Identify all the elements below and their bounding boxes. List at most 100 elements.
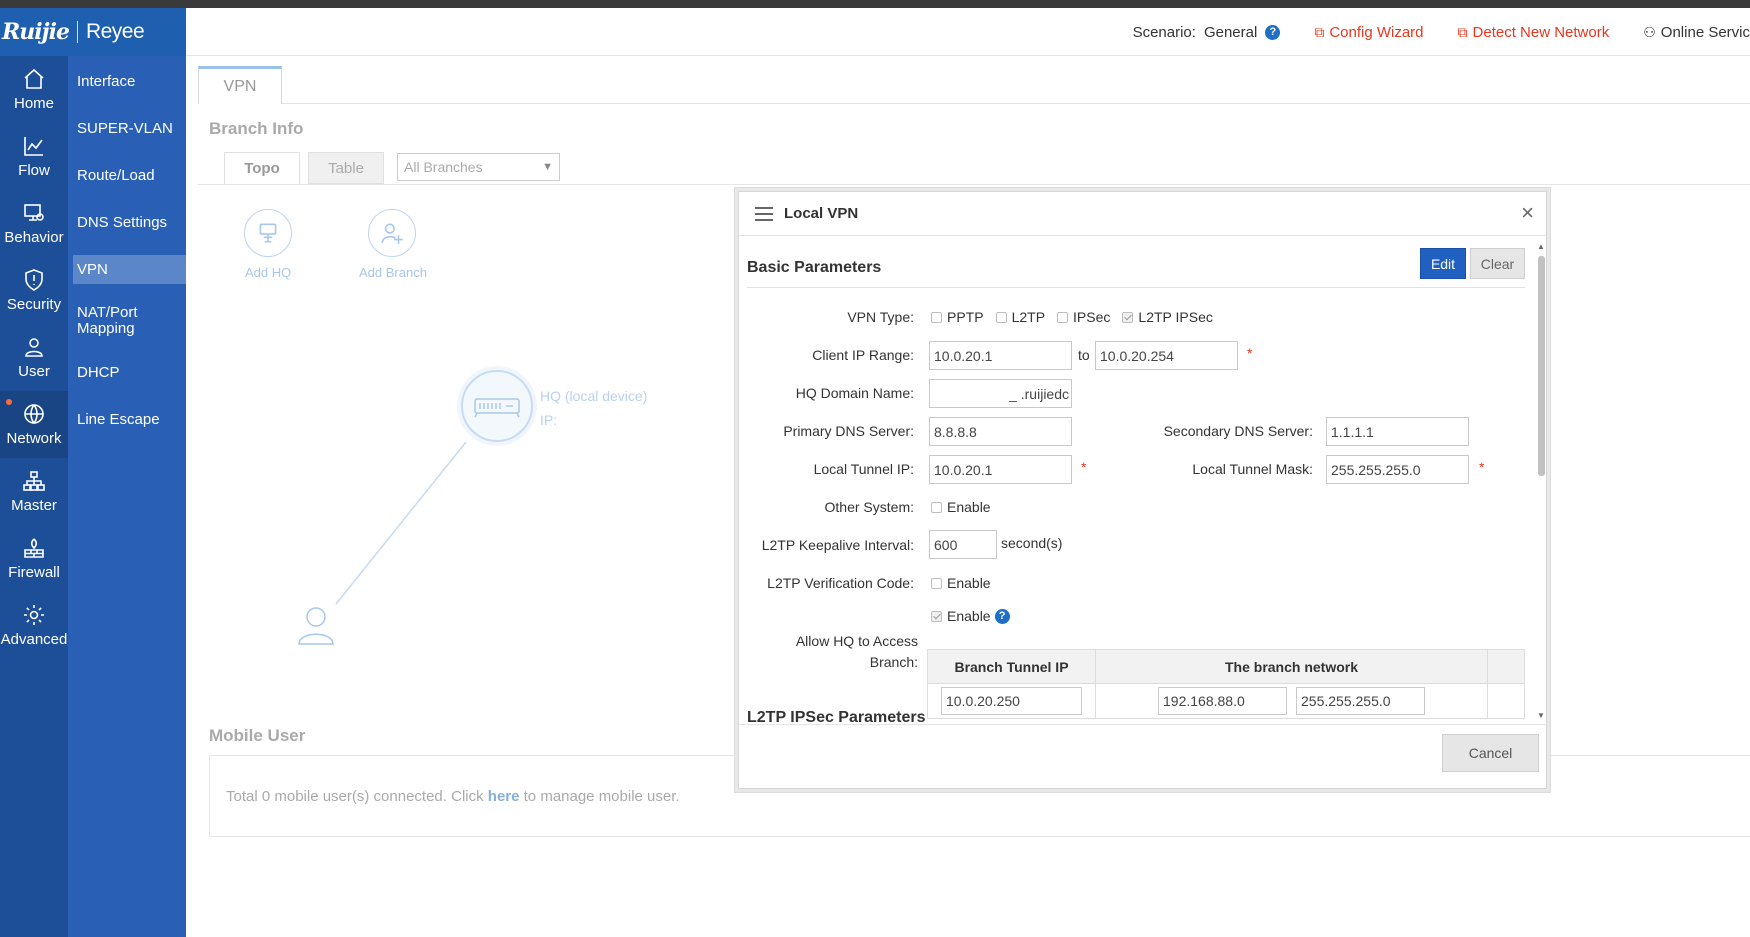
subnav-item-line-escape[interactable]: Line Escape (68, 396, 186, 443)
other-system-enable[interactable]: Enable (931, 499, 991, 515)
allow-hq-access-label: Allow HQ to Access Branch: (795, 633, 918, 670)
close-icon[interactable]: × (1521, 202, 1534, 224)
manage-mobile-link[interactable]: here (488, 788, 520, 805)
nav-behavior[interactable]: Behavior (0, 190, 68, 257)
nav-label: Behavior (4, 229, 64, 246)
nav-label: Master (11, 497, 57, 514)
secondary-sidebar: Interface SUPER-VLAN Route/Load DNS Sett… (68, 56, 186, 937)
hq-local-device-label: HQ (local device) (540, 388, 648, 404)
table-row: 10.0.20.250 192.168.88.0 255.255.255.0 (928, 684, 1524, 718)
logo-reyee: Reyee (85, 20, 145, 43)
online-service-link[interactable]: ⚇ Online Servic (1643, 24, 1750, 41)
keepalive-input[interactable]: 600 (929, 530, 997, 559)
vpn-type-label: VPN Type: (847, 309, 914, 325)
checkbox-checked[interactable] (1122, 311, 1134, 323)
nav-label: User (18, 363, 50, 380)
nav-label: Flow (18, 162, 50, 179)
vpn-type-l2tp-ipsec[interactable]: L2TP IPSec (1122, 309, 1213, 325)
scroll-down-arrow-icon[interactable]: ▼ (1537, 711, 1545, 720)
primary-dns-label: Primary DNS Server: (783, 423, 914, 439)
config-wizard-label: Config Wizard (1329, 23, 1424, 41)
mobile-user-title: Mobile User (209, 726, 306, 745)
subnav-item-super-vlan[interactable]: SUPER-VLAN (68, 105, 186, 152)
scroll-thumb[interactable] (1538, 256, 1545, 476)
vpn-type-options: PPTP L2TP IPSec L2TP IPSec (931, 309, 1225, 325)
logo-separator (76, 21, 78, 43)
checkbox-checked[interactable] (931, 610, 942, 622)
local-tunnel-ip-input[interactable]: 10.0.20.1 (929, 455, 1072, 484)
detect-network-link[interactable]: ⧉ Detect New Network (1458, 24, 1610, 41)
dialog-body[interactable]: Basic Parameters Edit Clear VPN Type: PP… (739, 237, 1548, 723)
mobile-text-pre: Total 0 mobile user(s) connected. Click (226, 788, 484, 805)
scenario-value: General (1203, 23, 1258, 41)
client-ip-to-input[interactable]: 10.0.20.254 (1095, 341, 1238, 370)
checkbox[interactable] (931, 311, 942, 323)
vpn-type-l2tp[interactable]: L2TP (995, 309, 1046, 325)
logo-ruijie: Ruijie (2, 19, 70, 45)
client-ip-from-input[interactable]: 10.0.20.1 (929, 341, 1072, 370)
config-wizard-link[interactable]: ⧉ Config Wizard (1314, 24, 1423, 41)
option-label: L2TP IPSec (1138, 309, 1213, 325)
branch-mask-input[interactable]: 255.255.255.0 (1296, 687, 1425, 715)
primary-dns-input[interactable]: 8.8.8.8 (929, 417, 1072, 446)
subnav-item-interface[interactable]: Interface (68, 58, 186, 105)
local-vpn-dialog: Local VPN × Basic Parameters Edit Clear … (738, 191, 1548, 789)
firewall-icon (24, 538, 44, 558)
required-mark: * (1479, 459, 1485, 475)
subnav-item-route-load[interactable]: Route/Load (68, 152, 186, 199)
local-tunnel-ip-label: Local Tunnel IP: (813, 461, 914, 477)
edit-button[interactable]: Edit (1420, 248, 1466, 279)
help-icon[interactable]: ? (1265, 24, 1281, 40)
vpn-type-pptp[interactable]: PPTP (931, 309, 984, 325)
required-mark: * (1247, 345, 1253, 361)
clear-button[interactable]: Clear (1470, 248, 1525, 279)
hq-device-node[interactable] (461, 370, 533, 442)
option-label: PPTP (947, 309, 984, 325)
nav-label: Security (6, 296, 62, 313)
dialog-scrollbar[interactable]: ▲ ▼ (1537, 242, 1546, 720)
col-branch-tunnel-ip: Branch Tunnel IP (928, 650, 1096, 683)
subnav-item-vpn[interactable]: VPN (73, 255, 186, 284)
mobile-text-post: to manage mobile user. (523, 788, 680, 805)
subnav-item-nat-port-mapping[interactable]: NAT/Port Mapping (68, 293, 186, 349)
checkbox[interactable] (1057, 311, 1069, 323)
hq-domain-input[interactable]: _ .ruijiedc (929, 379, 1072, 408)
notification-dot (6, 399, 12, 405)
nav-security[interactable]: Security (0, 257, 68, 324)
checkbox[interactable] (995, 311, 1007, 323)
local-tunnel-mask-input[interactable]: 255.255.255.0 (1326, 455, 1469, 484)
checkbox[interactable] (931, 501, 942, 513)
checkbox[interactable] (931, 577, 942, 589)
nav-master[interactable]: Master (0, 458, 68, 525)
nav-advanced[interactable]: Advanced (0, 592, 68, 659)
nav-user[interactable]: User (0, 324, 68, 391)
online-service-label: Online Servic (1660, 23, 1750, 41)
verification-code-enable[interactable]: Enable (931, 575, 991, 591)
nav-flow[interactable]: Flow (0, 123, 68, 190)
brand-logo[interactable]: Ruijie Reyee (0, 8, 186, 56)
cancel-button[interactable]: Cancel (1442, 734, 1539, 772)
shield-icon (25, 269, 43, 291)
dialog-footer: Cancel (739, 724, 1548, 789)
branch-network-input[interactable]: 192.168.88.0 (1158, 687, 1287, 715)
option-label: L2TP (1011, 309, 1046, 325)
nav-firewall[interactable]: Firewall (0, 525, 68, 592)
subnav-item-dhcp[interactable]: DHCP (68, 349, 186, 396)
col-branch-network: The branch network (1096, 650, 1488, 683)
nav-home[interactable]: Home (0, 56, 68, 123)
help-icon[interactable]: ? (994, 608, 1010, 624)
table-header: Branch Tunnel IP The branch network (928, 650, 1524, 684)
local-tunnel-mask-label: Local Tunnel Mask: (1192, 461, 1313, 477)
subnav-item-dns-settings[interactable]: DNS Settings (68, 199, 186, 246)
range-to-text: to (1078, 347, 1090, 363)
secondary-dns-input[interactable]: 1.1.1.1 (1326, 417, 1469, 446)
enable-label: Enable (947, 575, 991, 591)
branch-tunnel-ip-input[interactable]: 10.0.20.250 (941, 687, 1082, 715)
user-icon (25, 338, 43, 357)
nav-network[interactable]: Network (0, 391, 68, 458)
allow-hq-enable[interactable]: Enable? (931, 608, 1010, 624)
mobile-user-icon (298, 607, 334, 645)
scroll-up-arrow-icon[interactable]: ▲ (1537, 242, 1545, 251)
vpn-type-ipsec[interactable]: IPSec (1057, 309, 1110, 325)
col-actions (1488, 650, 1524, 683)
